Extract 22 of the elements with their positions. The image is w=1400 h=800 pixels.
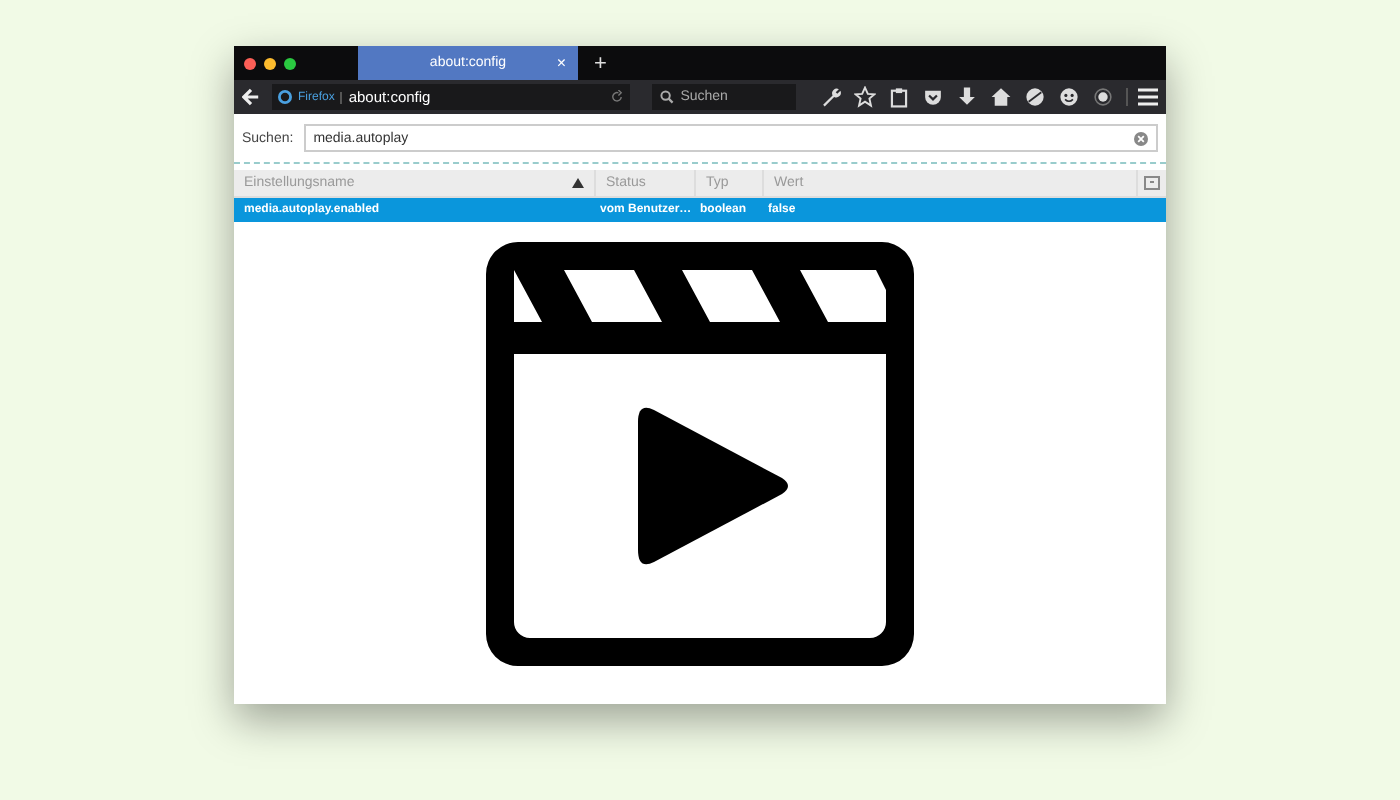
download-icon[interactable] (956, 86, 978, 108)
clipboard-icon[interactable] (888, 86, 910, 108)
clear-icon[interactable] (1134, 131, 1148, 145)
sort-ascending-icon (572, 178, 584, 188)
glowing-dot-icon[interactable] (1092, 86, 1114, 108)
window-close-button[interactable] (244, 57, 256, 69)
back-arrow-icon[interactable] (242, 88, 260, 106)
browser-logo-icon (278, 90, 292, 104)
tab-close-button[interactable]: × (556, 54, 566, 72)
home-icon[interactable] (990, 86, 1012, 108)
window-minimize-button[interactable] (264, 57, 276, 69)
column-picker-icon[interactable] (1144, 176, 1160, 190)
new-tab-button[interactable]: + (594, 51, 607, 75)
wrench-icon[interactable] (820, 86, 842, 108)
search-icon (660, 90, 675, 104)
pocket-shield-icon[interactable] (922, 86, 944, 108)
reload-icon[interactable] (610, 90, 625, 104)
menu-icon[interactable] (1138, 88, 1158, 106)
striped-circle-icon[interactable] (1024, 86, 1046, 108)
window-maximize-button[interactable] (284, 57, 296, 69)
smiley-icon[interactable] (1058, 86, 1080, 108)
star-icon[interactable] (854, 86, 876, 108)
